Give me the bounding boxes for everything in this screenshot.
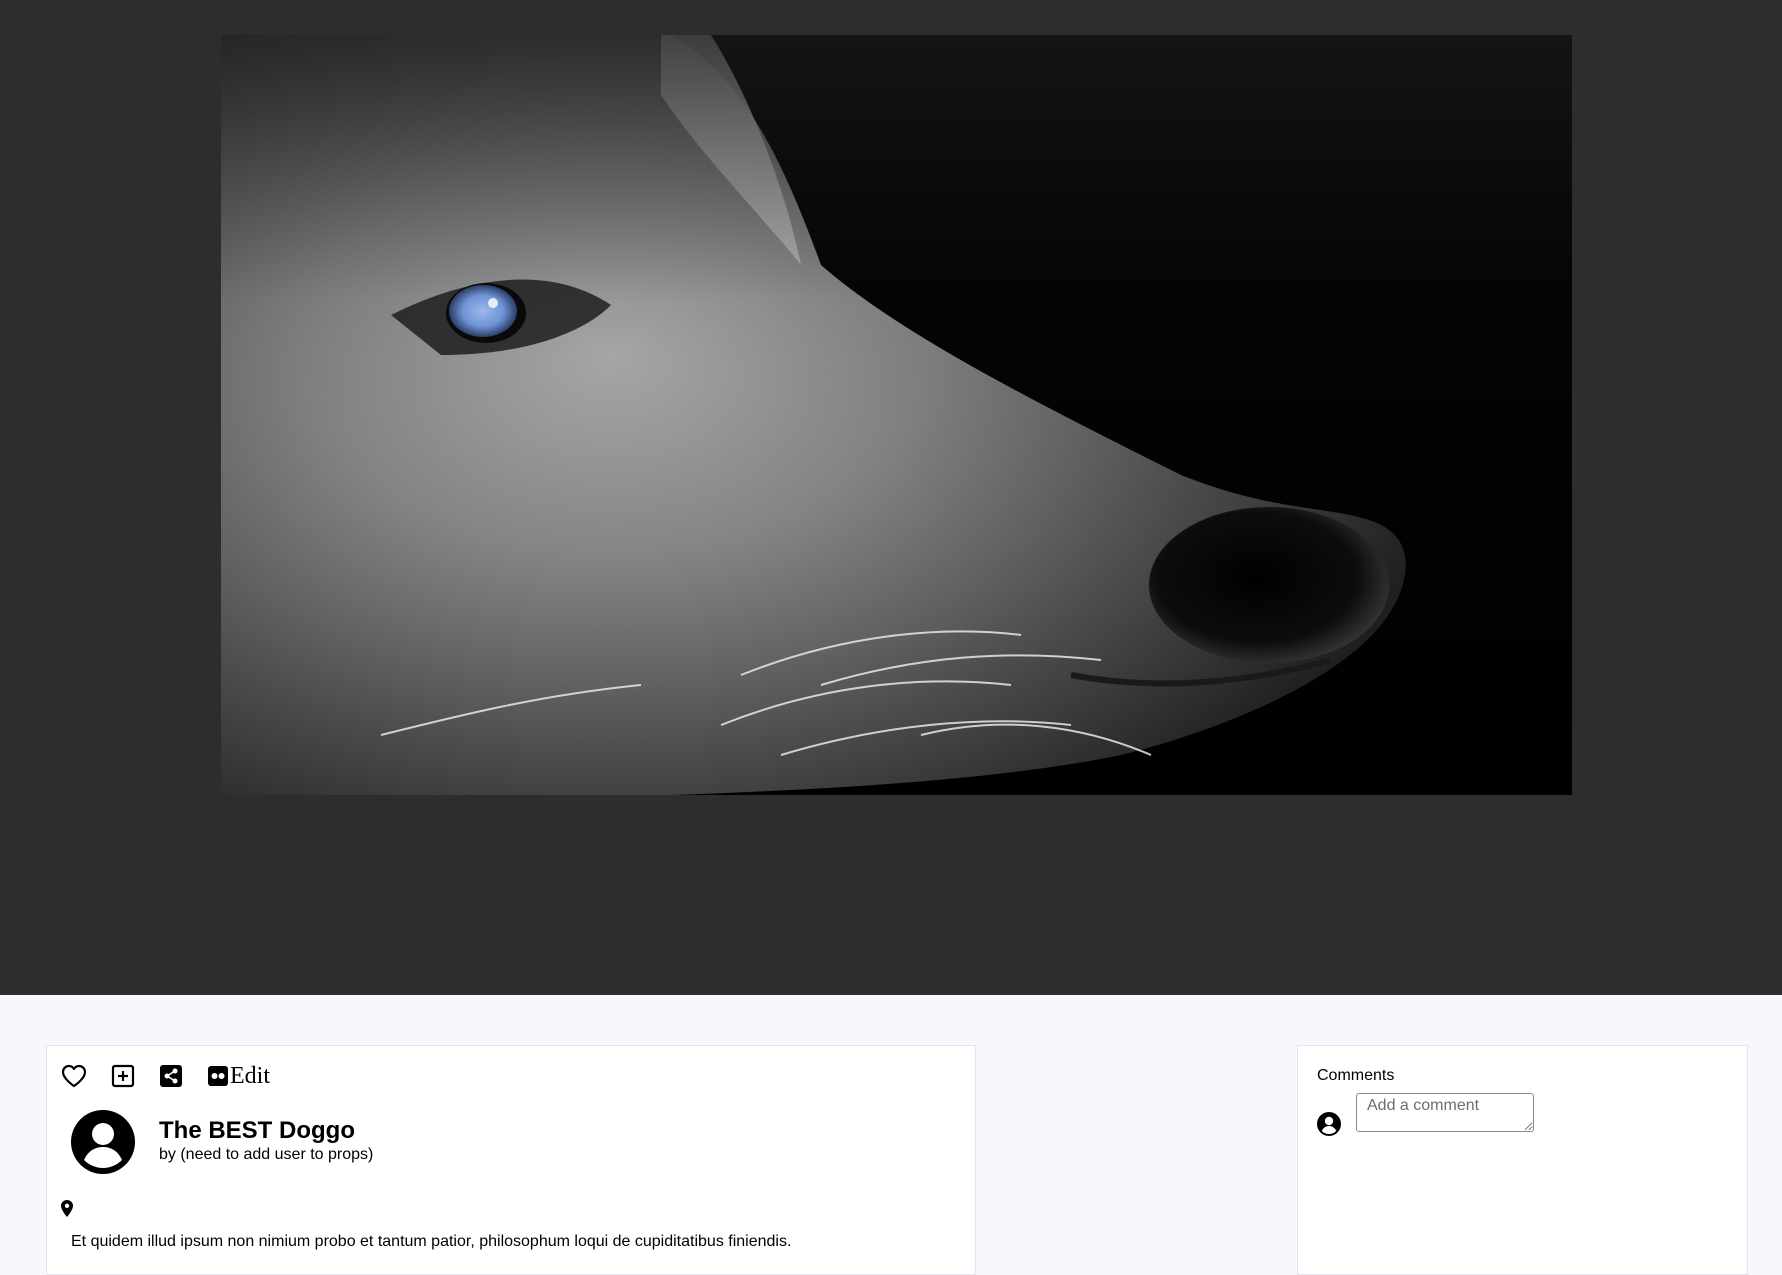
comment-input[interactable] — [1356, 1093, 1534, 1132]
location-row — [61, 1200, 73, 1222]
post-photo — [221, 35, 1572, 795]
comments-card: Comments — [1297, 1045, 1748, 1275]
share-icon — [160, 1065, 182, 1087]
share-button[interactable] — [159, 1060, 183, 1092]
post-description: Et quidem illud ipsum non nimium probo e… — [71, 1233, 792, 1250]
edit-button[interactable]: Edit — [207, 1063, 270, 1089]
flickr-icon — [208, 1066, 228, 1086]
add-to-collection-button[interactable] — [111, 1060, 135, 1092]
comments-heading: Comments — [1317, 1067, 1395, 1084]
post-title-block: The BEST Doggo by (need to add user to p… — [159, 1117, 373, 1165]
husky-photo — [221, 35, 1572, 795]
edit-label: Edit — [230, 1063, 270, 1089]
user-circle-icon — [1317, 1112, 1341, 1136]
like-button[interactable] — [61, 1060, 87, 1092]
post-author: by (need to add user to props) — [159, 1146, 374, 1163]
hero-banner — [0, 0, 1782, 995]
commenter-avatar — [1317, 1112, 1341, 1136]
plus-square-icon — [111, 1064, 135, 1088]
map-pin-icon — [61, 1200, 73, 1217]
user-circle-icon — [71, 1110, 135, 1174]
heart-icon — [61, 1064, 87, 1088]
action-bar: Edit — [61, 1060, 270, 1092]
post-title: The BEST Doggo — [159, 1117, 355, 1144]
post-details-card: Edit The BEST Doggo by (need to add user… — [46, 1045, 976, 1275]
author-avatar[interactable] — [71, 1110, 135, 1174]
